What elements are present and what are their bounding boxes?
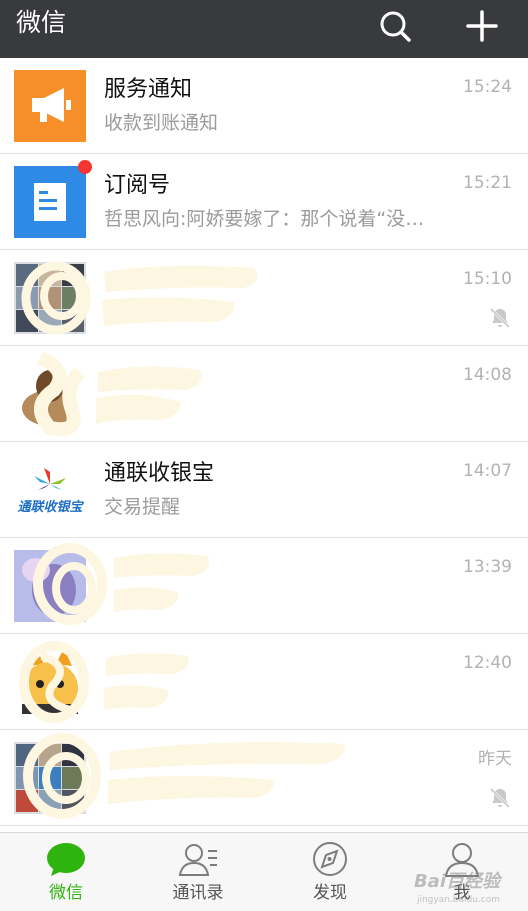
chat-name: 服务通知 [104, 77, 193, 102]
chat-last-message: 交易提醒 [104, 496, 181, 518]
avatar [14, 742, 86, 814]
tab-discover[interactable]: 发现 [264, 833, 396, 911]
mute-bell-icon [489, 787, 511, 809]
tab-contacts[interactable]: 通讯录 [132, 833, 264, 911]
avatar [14, 160, 92, 238]
chat-row-tonglian[interactable]: 通联收银宝 通联收银宝 交易提醒 14:07 [0, 442, 528, 538]
logo-text: 通联收银宝 [17, 500, 83, 515]
chat-last-message: 哲思风向:阿娇要嫁了：那个说着“没… [104, 208, 425, 230]
chat-row-obscured[interactable]: 昨天 [0, 730, 528, 826]
avatar [14, 262, 86, 334]
chat-row-subscriptions[interactable]: 订阅号 哲思风向:阿娇要嫁了：那个说着“没… 15:21 [0, 154, 528, 250]
tonglian-logo [14, 454, 86, 526]
photo-avatar-icon [14, 550, 86, 622]
chat-time: 12:40 [463, 653, 512, 673]
chat-last-message: 收款到账通知 [104, 112, 219, 134]
group-avatar-icon [14, 742, 86, 814]
chat-list: 服务通知 收款到账通知 15:24 订阅号 哲思风向:阿娇要嫁了：那个说着“没…… [0, 58, 528, 826]
avatar [14, 550, 86, 622]
watermark-logo: Bai百经验 [413, 871, 500, 892]
chat-row-obscured[interactable]: 12:40 [0, 634, 528, 730]
chat-time: 15:21 [463, 173, 512, 193]
tab-label: 通讯录 [172, 883, 224, 903]
avatar: 通联收银宝 [14, 454, 86, 526]
document-icon [14, 166, 86, 238]
chat-time: 14:07 [463, 461, 512, 481]
photo-avatar-icon [14, 358, 86, 430]
plus-icon[interactable] [460, 6, 504, 50]
chat-name: 订阅号 [104, 173, 171, 198]
chat-time: 14:08 [463, 365, 512, 385]
unread-dot [78, 160, 92, 174]
chat-time: 13:39 [463, 557, 512, 577]
avatar [14, 358, 86, 430]
mute-bell-icon [489, 307, 511, 329]
top-bar: 微信 [0, 0, 528, 58]
group-avatar-icon [14, 262, 86, 334]
chat-name: 通联收银宝 [104, 461, 215, 486]
watermark-url: jingyan.baidu.com [416, 895, 500, 905]
avatar [14, 70, 86, 142]
chat-row-obscured[interactable]: 15:10 [0, 250, 528, 346]
tab-label: 发现 [313, 883, 347, 903]
compass-icon [313, 842, 347, 876]
chat-row-obscured[interactable]: 14:08 [0, 346, 528, 442]
chat-bubble-icon [47, 843, 85, 876]
contacts-icon [178, 844, 217, 876]
bottom-tab-bar: 微信 通讯录 发现 我 Bai百经验 jingyan.baidu.com [0, 832, 528, 911]
tab-label: 微信 [49, 883, 83, 903]
cartoon-avatar-icon [14, 646, 86, 718]
megaphone-icon [14, 70, 86, 142]
chat-time: 15:24 [463, 77, 512, 97]
chat-time: 昨天 [478, 749, 512, 769]
chat-row-service-notice[interactable]: 服务通知 收款到账通知 15:24 [0, 58, 528, 154]
page-title: 微信 [16, 8, 67, 37]
chat-time: 15:10 [463, 269, 512, 289]
tab-chats[interactable]: 微信 [0, 833, 132, 911]
avatar [14, 646, 86, 718]
search-icon[interactable] [373, 6, 417, 50]
chat-row-obscured[interactable]: 13:39 [0, 538, 528, 634]
